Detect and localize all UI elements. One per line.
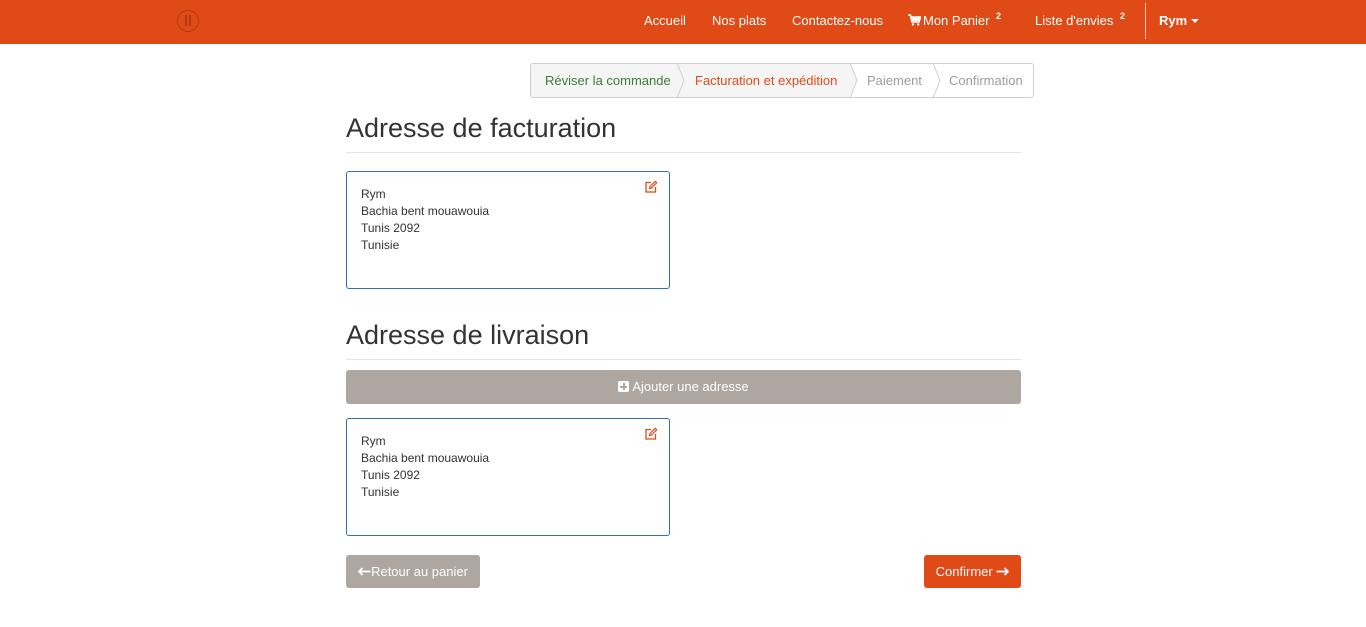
back-to-cart-button[interactable]: Retour au panier	[346, 555, 480, 588]
edit-icon[interactable]	[644, 180, 658, 194]
navbar: Accueil Nos plats Contactez-nous Mon Pan…	[0, 0, 1366, 44]
address-city: Tunis 2092	[361, 221, 420, 235]
divider	[346, 359, 1021, 360]
step-billing-shipping[interactable]: Facturation et expédition	[677, 64, 850, 97]
back-to-cart-label: Retour au panier	[371, 564, 468, 579]
arrow-right-icon	[996, 567, 1010, 576]
step-separator-icon	[673, 64, 685, 97]
logo-icon[interactable]	[177, 10, 199, 32]
step-payment: Paiement	[867, 73, 922, 88]
billing-address-card[interactable]: Rym Bachia bent mouawouia Tunis 2092 Tun…	[346, 171, 670, 289]
nav-divider	[1145, 3, 1146, 39]
user-menu-toggle[interactable]: Rym	[1159, 13, 1200, 28]
shipping-address-card[interactable]: Rym Bachia bent mouawouia Tunis 2092 Tun…	[346, 418, 670, 536]
nav-home-link[interactable]: Accueil	[644, 13, 686, 28]
address-street: Bachia bent mouawouia	[361, 204, 490, 218]
plus-square-icon	[618, 381, 630, 392]
wishlist-count-badge: 2	[1120, 11, 1126, 21]
step-separator-icon	[932, 64, 941, 97]
address-name: Rym	[361, 434, 386, 448]
nav-contact-link[interactable]: Contactez-nous	[792, 13, 883, 28]
shipping-title: Adresse de livraison	[346, 320, 590, 350]
add-address-button[interactable]: Ajouter une adresse	[346, 370, 1021, 404]
add-address-label: Ajouter une adresse	[632, 379, 749, 394]
nav-wishlist-link[interactable]: Liste d'envies	[1035, 13, 1113, 28]
step-separator-icon	[846, 64, 858, 97]
nav-dishes-link[interactable]: Nos plats	[712, 13, 766, 28]
divider	[346, 152, 1021, 153]
caret-down-icon	[1191, 19, 1200, 23]
checkout-steps: Réviser la commande Facturation et expéd…	[530, 63, 1034, 98]
address-street: Bachia bent mouawouia	[361, 451, 490, 465]
arrow-left-icon	[358, 567, 371, 576]
nav-cart-link[interactable]: Mon Panier	[908, 13, 989, 28]
address-name: Rym	[361, 187, 386, 201]
address-country: Tunisie	[361, 238, 400, 252]
address-city: Tunis 2092	[361, 468, 420, 482]
confirm-label: Confirmer	[935, 564, 993, 579]
cart-count-badge: 2	[996, 11, 1002, 21]
user-name: Rym	[1159, 13, 1188, 28]
billing-title: Adresse de facturation	[346, 113, 617, 143]
step-review-order[interactable]: Réviser la commande	[531, 64, 677, 97]
confirm-button[interactable]: Confirmer	[924, 555, 1021, 588]
edit-icon[interactable]	[644, 427, 658, 441]
step-confirmation: Confirmation	[949, 73, 1023, 88]
nav-cart-label: Mon Panier	[923, 13, 990, 28]
address-country: Tunisie	[361, 485, 400, 499]
shopping-cart-icon	[908, 14, 921, 26]
